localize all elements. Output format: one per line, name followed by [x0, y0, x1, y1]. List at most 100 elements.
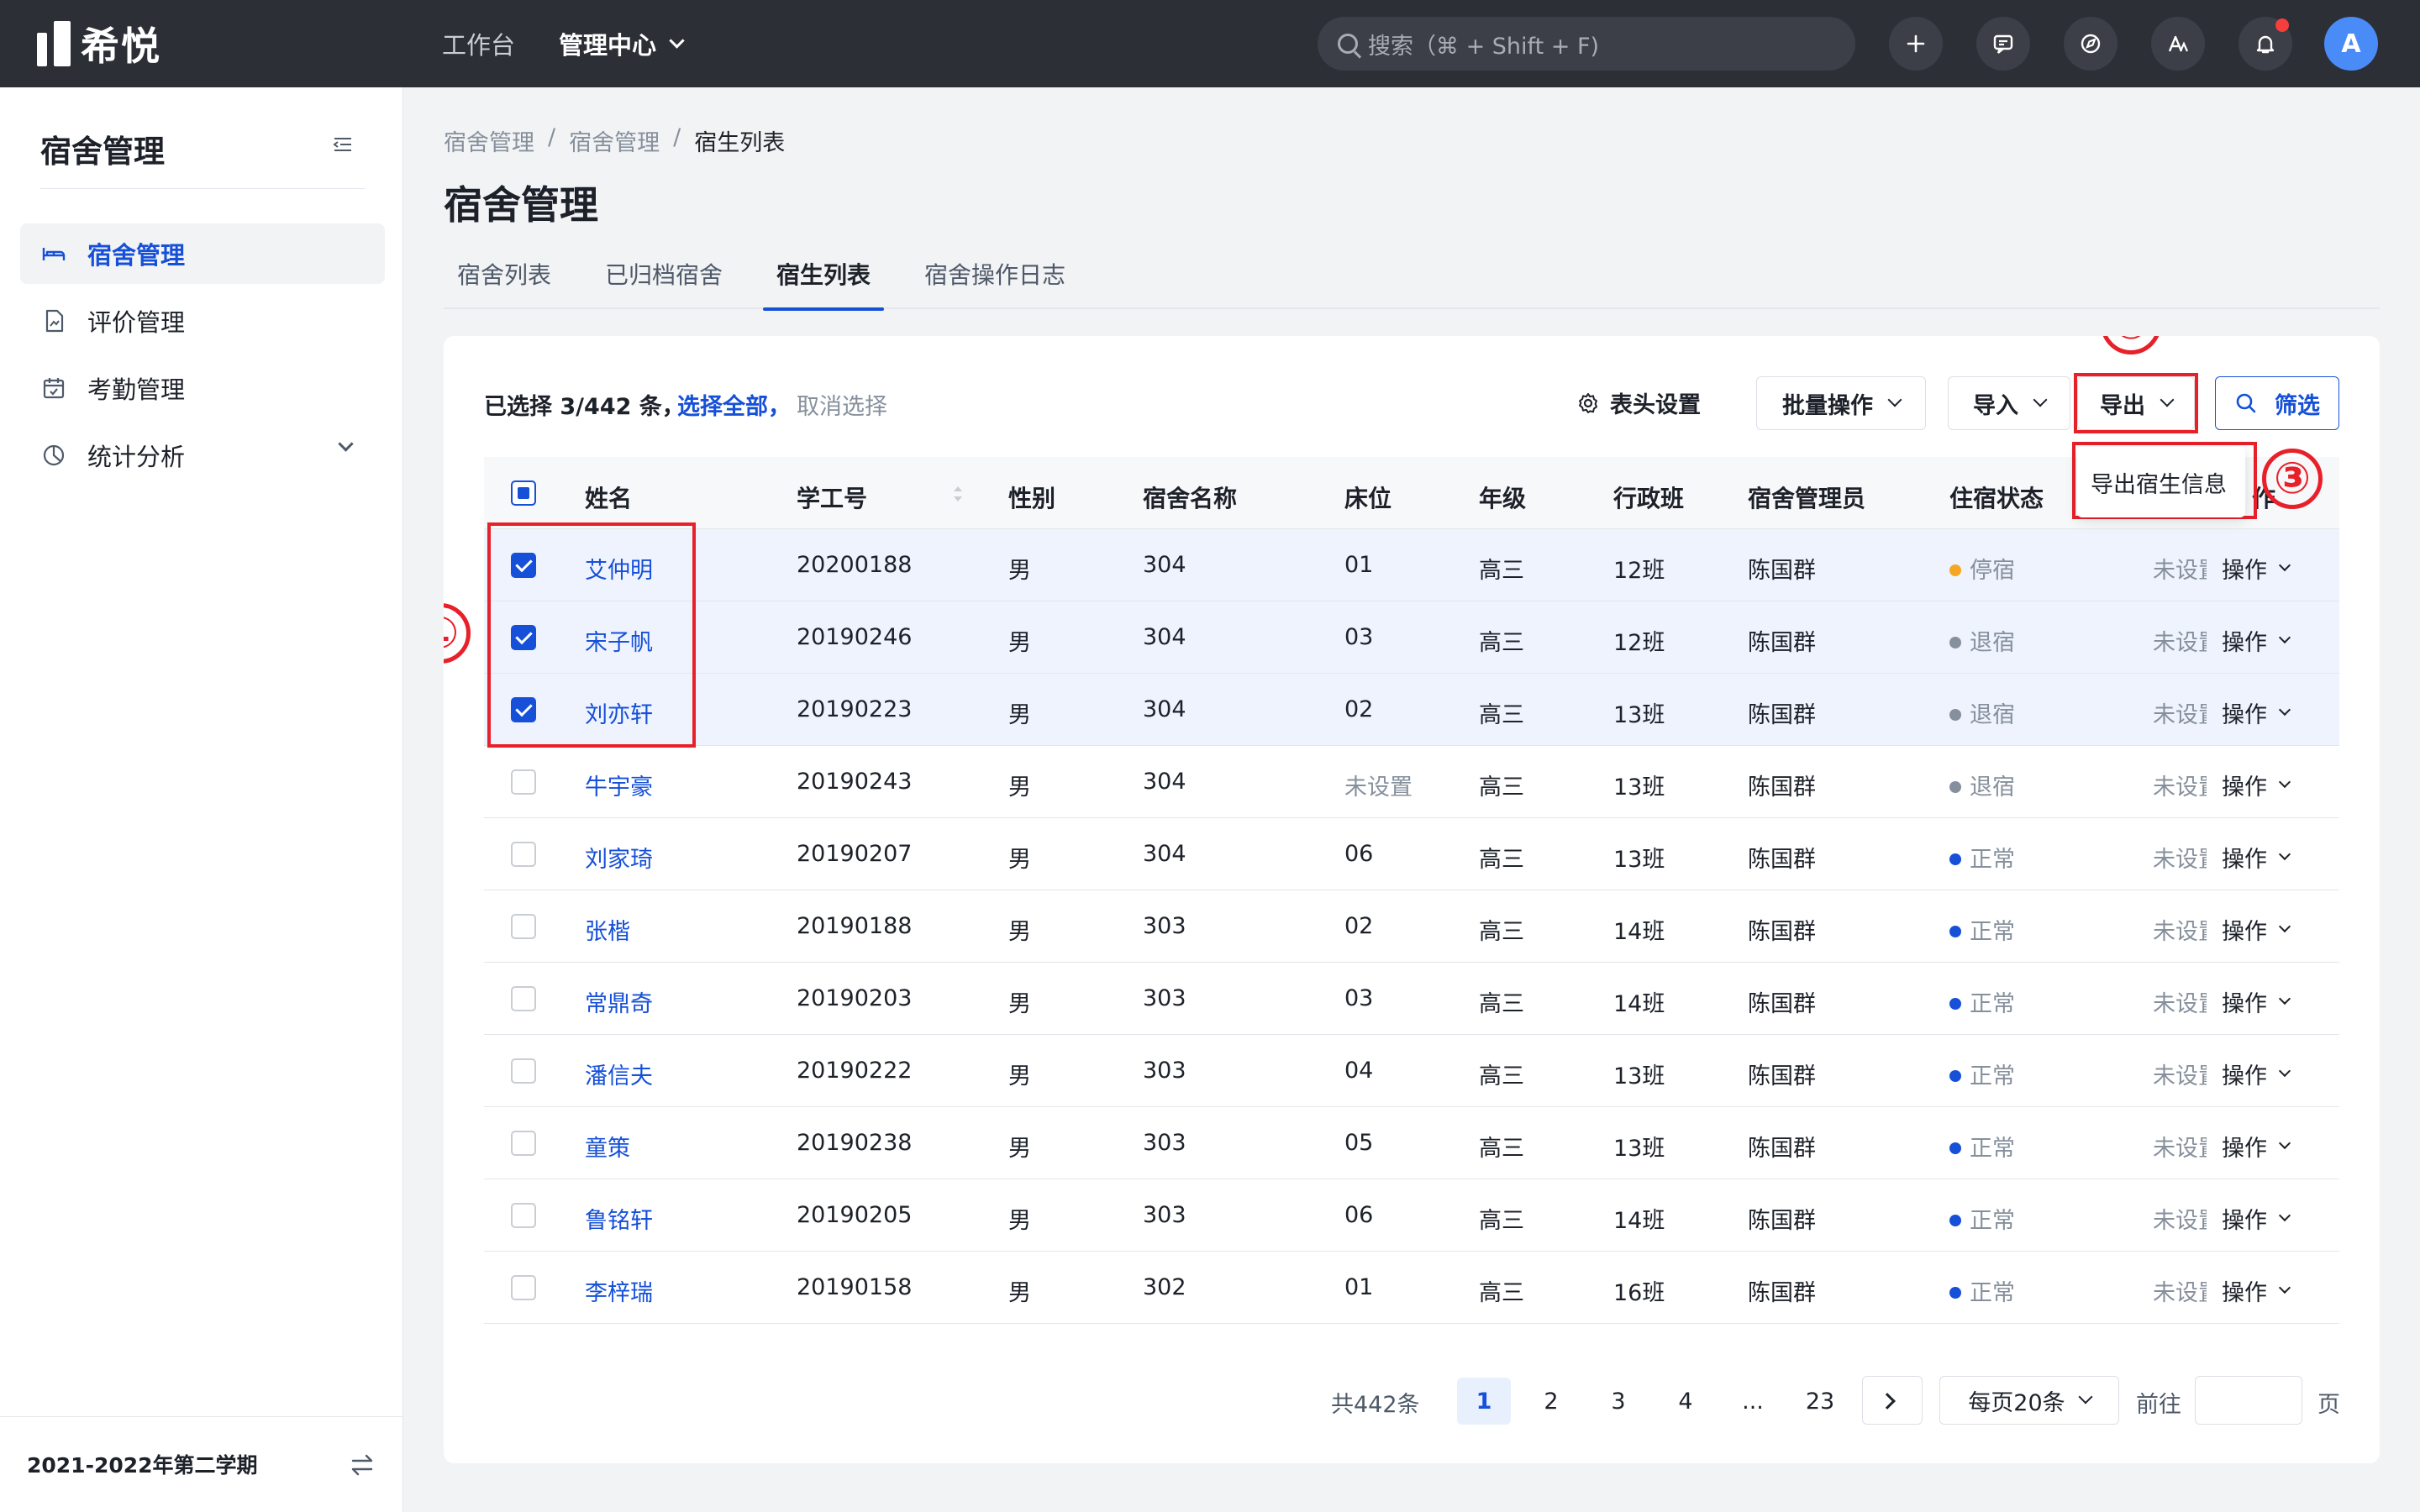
row-checkbox[interactable] — [511, 1131, 536, 1156]
collapse-sidebar-icon[interactable] — [331, 133, 355, 156]
row-actions-dropdown[interactable]: 操作 — [2222, 1202, 2291, 1235]
goto-label: 前往 — [2136, 1392, 2181, 1418]
bed-icon — [42, 248, 66, 260]
student-name-link[interactable]: 常鼎奇 — [585, 985, 653, 1018]
breadcrumb-item[interactable]: 宿舍管理 — [569, 124, 660, 157]
student-name-link[interactable]: 鲁铭轩 — [585, 1202, 653, 1235]
row-actions-dropdown[interactable]: 操作 — [2222, 552, 2291, 585]
message-button[interactable] — [1976, 17, 2030, 71]
row-actions-dropdown[interactable]: 操作 — [2222, 1130, 2291, 1163]
sidebar-item-dorm-management[interactable]: 宿舍管理 — [20, 223, 385, 284]
import-button[interactable]: 导入 — [1948, 376, 2070, 430]
select-all-checkbox[interactable] — [511, 480, 536, 506]
row-actions-dropdown[interactable]: 操作 — [2222, 1058, 2291, 1090]
student-name-link[interactable]: 张楷 — [585, 913, 630, 946]
student-name-link[interactable]: 刘家琦 — [585, 841, 653, 874]
page-button[interactable]: 23 — [1793, 1378, 1847, 1425]
row-checkbox[interactable] — [511, 986, 536, 1011]
row-actions-label: 操作 — [2222, 919, 2267, 945]
bed-cell: 04 — [1344, 1058, 1374, 1084]
student-name-link[interactable]: 牛宇豪 — [585, 769, 653, 801]
row-checkbox[interactable] — [511, 697, 536, 722]
goto-page-input[interactable] — [2195, 1376, 2302, 1425]
tab-archived-dorms[interactable]: 已归档宿舍 — [605, 257, 723, 309]
sidebar-item-statistics[interactable]: 统计分析 — [20, 425, 385, 486]
nav-workbench[interactable]: 工作台 — [442, 26, 515, 61]
status-badge: 正常 — [1949, 1130, 2015, 1163]
row-checkbox[interactable] — [511, 914, 536, 939]
table-row: 宋子帆 20190246 男 304 03 高三 12班 陈国群 退宿 未设置操作 — [484, 601, 2339, 674]
row-checkbox[interactable] — [511, 625, 536, 650]
chevron-down-icon — [2278, 703, 2291, 716]
row-actions-dropdown[interactable]: 操作 — [2222, 696, 2291, 729]
page-ellipsis[interactable]: ... — [1726, 1378, 1780, 1425]
header-setting-button[interactable]: 表头设置 — [1576, 386, 1701, 419]
row-checkbox[interactable] — [511, 769, 536, 795]
row-checkbox[interactable] — [511, 1203, 536, 1228]
user-avatar[interactable]: A — [2324, 17, 2378, 71]
global-search[interactable]: 搜索（⌘ + Shift + F) — [1318, 17, 1855, 71]
sidebar-item-attendance[interactable]: 考勤管理 — [20, 358, 385, 418]
page-button[interactable]: 4 — [1659, 1378, 1712, 1425]
select-all-link[interactable]: 选择全部， — [677, 388, 791, 421]
notification-button[interactable] — [2238, 17, 2292, 71]
page-size-select[interactable]: 每页20条 — [1939, 1376, 2119, 1425]
column-header-student-id[interactable]: 学工号 — [797, 480, 867, 514]
breadcrumb-item[interactable]: 宿舍管理 — [444, 124, 534, 157]
student-name-link[interactable]: 宋子帆 — [585, 624, 653, 657]
language-button[interactable] — [2151, 17, 2205, 71]
sort-icon[interactable] — [951, 482, 965, 506]
row-actions-dropdown[interactable]: 操作 — [2222, 769, 2291, 801]
row-actions-dropdown[interactable]: 操作 — [2222, 913, 2291, 946]
grade-cell: 高三 — [1479, 847, 1524, 873]
dorm-name-cell: 303 — [1143, 1130, 1186, 1156]
batch-ops-button[interactable]: 批量操作 — [1756, 376, 1926, 430]
export-button[interactable]: 导出 — [2077, 376, 2195, 430]
row-actions-label: 操作 — [2222, 847, 2267, 873]
column-header-manager: 宿舍管理员 — [1748, 485, 1866, 512]
row-checkbox[interactable] — [511, 1275, 536, 1300]
row-actions-dropdown[interactable]: 操作 — [2222, 841, 2291, 874]
status-dot — [1949, 1142, 1961, 1154]
page-button[interactable]: 3 — [1591, 1378, 1645, 1425]
table-row: 李梓瑞 20190158 男 302 01 高三 16班 陈国群 正常 未设置操作 — [484, 1252, 2339, 1324]
cancel-selection-link[interactable]: 取消选择 — [797, 388, 887, 421]
row-actions-dropdown[interactable]: 操作 — [2222, 985, 2291, 1018]
semester-switcher[interactable]: 2021-2022年第二学期 — [0, 1416, 403, 1512]
grade-cell: 高三 — [1479, 558, 1524, 584]
filter-button[interactable]: 筛选 — [2215, 376, 2339, 430]
column-header-class: 行政班 — [1613, 485, 1685, 512]
nav-admin-center[interactable]: 管理中心 — [559, 26, 685, 61]
page-button[interactable]: 1 — [1457, 1378, 1511, 1425]
add-button[interactable] — [1889, 17, 1943, 71]
tab-resident-list[interactable]: 宿生列表 — [762, 257, 885, 311]
remark-cell: 未设置 — [2153, 630, 2207, 656]
row-checkbox[interactable] — [511, 842, 536, 867]
swap-icon[interactable] — [348, 1451, 376, 1479]
row-checkbox[interactable] — [511, 1058, 536, 1084]
status-label: 正常 — [1970, 1280, 2015, 1306]
status-dot — [1949, 637, 1961, 648]
row-actions-dropdown[interactable]: 操作 — [2222, 624, 2291, 657]
page-button[interactable]: 2 — [1524, 1378, 1578, 1425]
export-resident-info-item[interactable]: 导出宿生信息 — [2091, 466, 2227, 499]
row-actions-label: 操作 — [2222, 1136, 2267, 1162]
student-name-link[interactable]: 童策 — [585, 1130, 630, 1163]
student-name-link[interactable]: 潘信夫 — [585, 1058, 653, 1090]
student-name-link[interactable]: 李梓瑞 — [585, 1274, 653, 1307]
row-actions-dropdown[interactable]: 操作 — [2222, 1274, 2291, 1307]
gender-cell: 男 — [1008, 774, 1031, 801]
tab-dorm-list[interactable]: 宿舍列表 — [457, 257, 551, 309]
app-logo[interactable]: 希悦 — [37, 18, 161, 69]
next-page-button[interactable] — [1862, 1376, 1923, 1425]
sidebar-item-evaluation[interactable]: 评价管理 — [20, 291, 385, 351]
status-badge: 停宿 — [1949, 552, 2015, 585]
explore-button[interactable] — [2064, 17, 2118, 71]
tab-dorm-log[interactable]: 宿舍操作日志 — [924, 257, 1065, 309]
status-dot — [1949, 709, 1961, 721]
manager-cell: 陈国群 — [1748, 1063, 1816, 1089]
student-name-link[interactable]: 艾仲明 — [585, 552, 653, 585]
student-name-link[interactable]: 刘亦轩 — [585, 696, 653, 729]
status-badge: 正常 — [1949, 913, 2015, 946]
row-checkbox[interactable] — [511, 553, 536, 578]
